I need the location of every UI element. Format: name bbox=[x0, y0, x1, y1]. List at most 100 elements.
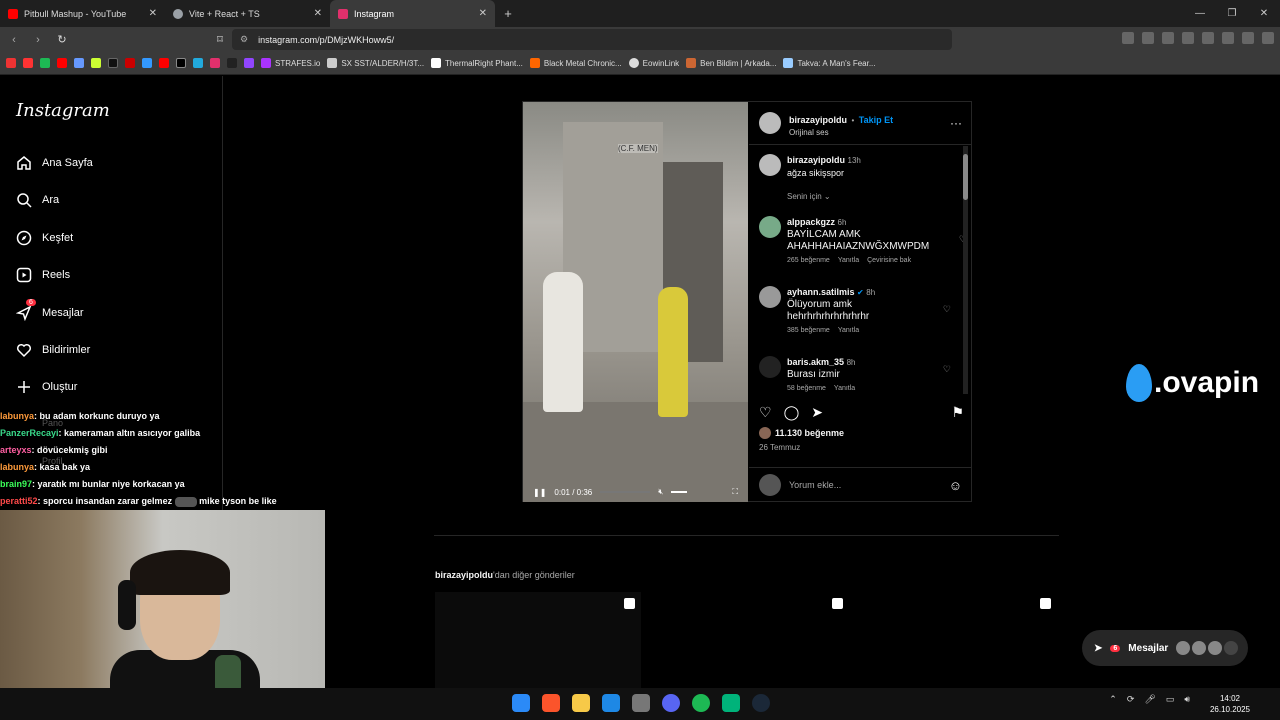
messages-pill[interactable]: ➤ 6 Mesajlar bbox=[1082, 630, 1248, 666]
more-posts-user[interactable]: birazayipoldu bbox=[435, 570, 493, 580]
extension-icon[interactable] bbox=[1182, 32, 1194, 44]
x-icon[interactable] bbox=[176, 58, 186, 68]
bookmark-item[interactable]: SX SST/ALDER/H/3T... bbox=[327, 58, 424, 68]
file-explorer-icon[interactable] bbox=[572, 694, 590, 712]
avatar[interactable] bbox=[759, 286, 781, 308]
extension-icon[interactable] bbox=[1122, 32, 1134, 44]
follow-button[interactable]: Takip Et bbox=[859, 115, 893, 125]
twitch-icon[interactable] bbox=[244, 58, 254, 68]
sidebar-item-notifications[interactable]: Bildirimler bbox=[16, 342, 90, 358]
bookmark-favicon-icon[interactable] bbox=[57, 58, 67, 68]
reply-button[interactable]: Yanıtla bbox=[838, 327, 859, 334]
tab-vite[interactable]: Vite + React + TS ✕ bbox=[165, 0, 330, 27]
bookmark-item[interactable]: Ben Bildim | Arkada... bbox=[686, 58, 776, 68]
brave-icon[interactable] bbox=[542, 694, 560, 712]
back-icon[interactable]: ‹ bbox=[4, 34, 24, 46]
comment-likes[interactable]: 265 beğenme bbox=[787, 257, 830, 264]
extension-icon[interactable] bbox=[1142, 32, 1154, 44]
avatar[interactable] bbox=[759, 216, 781, 238]
sidebar-item-messages[interactable]: 6 Mesajlar bbox=[16, 299, 84, 321]
comment-user[interactable]: ayhann.satilmis bbox=[787, 287, 855, 297]
post-thumbnail[interactable] bbox=[643, 592, 849, 692]
sidebar-item-create[interactable]: Oluştur bbox=[16, 379, 77, 395]
microphone-icon[interactable]: 🎤︎ bbox=[1144, 694, 1155, 705]
url-input[interactable]: ⚙ instagram.com/p/DMjzWKHoww5/ bbox=[232, 29, 952, 50]
bookmark-favicon-icon[interactable] bbox=[125, 58, 135, 68]
comment-likes[interactable]: 385 beğenme bbox=[787, 327, 830, 334]
extension-icon[interactable] bbox=[1202, 32, 1214, 44]
mute-icon[interactable]: 🔇︎ bbox=[658, 487, 663, 497]
extension-icon[interactable] bbox=[1222, 32, 1234, 44]
reload-icon[interactable]: ↻ bbox=[52, 33, 72, 46]
close-icon[interactable]: ✕ bbox=[149, 8, 157, 19]
translate-button[interactable]: Çevirisine bak bbox=[867, 257, 911, 264]
bookmark-item[interactable]: ThermalRight Phant... bbox=[431, 58, 523, 68]
like-count[interactable]: 11.130 beğenme bbox=[759, 427, 844, 439]
bookmark-favicon-icon[interactable] bbox=[74, 58, 84, 68]
like-icon[interactable]: ♡ bbox=[759, 404, 772, 421]
app-icon[interactable] bbox=[722, 694, 740, 712]
system-clock[interactable]: 14:02 26.10.2025 bbox=[1210, 693, 1250, 715]
discord-icon[interactable] bbox=[662, 694, 680, 712]
close-icon[interactable]: ✕ bbox=[479, 8, 487, 19]
bookmark-favicon-icon[interactable] bbox=[6, 58, 16, 68]
video-progress-bar[interactable] bbox=[600, 491, 651, 493]
comment-user[interactable]: baris.akm_35 bbox=[787, 357, 844, 367]
chevron-up-icon[interactable]: ⌃ bbox=[1109, 694, 1117, 705]
fullscreen-icon[interactable]: ⛶ bbox=[732, 487, 738, 497]
sidebar-item-search[interactable]: Ara bbox=[16, 192, 59, 208]
like-comment-icon[interactable]: ♡ bbox=[943, 364, 951, 375]
bookmark-favicon-icon[interactable] bbox=[193, 58, 203, 68]
bookmark-favicon-icon[interactable] bbox=[227, 58, 237, 68]
tiktok-icon[interactable] bbox=[108, 58, 118, 68]
video-player[interactable]: (C.F. MEN) ❚❚ 0:01 / 0:36 🔇︎ ⛶ bbox=[523, 102, 748, 502]
sidebar-item-reels[interactable]: Reels bbox=[16, 267, 70, 283]
settings-icon[interactable] bbox=[632, 694, 650, 712]
comment-scrollbar-thumb[interactable] bbox=[963, 154, 968, 200]
bookmark-favicon-icon[interactable] bbox=[91, 58, 101, 68]
post-author[interactable]: birazayipoldu bbox=[789, 115, 847, 125]
post-thumbnail[interactable] bbox=[435, 592, 641, 692]
menu-icon[interactable] bbox=[1262, 32, 1274, 44]
tab-instagram[interactable]: Instagram ✕ bbox=[330, 0, 495, 27]
bookmark-item[interactable]: Takva: A Man's Fear... bbox=[783, 58, 876, 68]
audio-label[interactable]: Orijinal ses bbox=[789, 128, 893, 137]
instagram-icon[interactable] bbox=[210, 58, 220, 68]
avatar[interactable] bbox=[759, 154, 781, 176]
restore-icon[interactable]: ❐ bbox=[1216, 8, 1248, 19]
pause-icon[interactable]: ❚❚ bbox=[533, 488, 546, 497]
bookmark-favicon-icon[interactable] bbox=[159, 58, 169, 68]
comment-user[interactable]: birazayipoldu bbox=[787, 155, 845, 165]
bookmark-favicon-icon[interactable] bbox=[40, 58, 50, 68]
volume-slider[interactable] bbox=[671, 491, 688, 493]
avatar[interactable] bbox=[759, 112, 781, 134]
forward-icon[interactable]: › bbox=[28, 34, 48, 46]
emoji-icon[interactable]: ☺ bbox=[949, 478, 962, 493]
reply-button[interactable]: Yanıtla bbox=[838, 257, 859, 264]
steam-icon[interactable] bbox=[752, 694, 770, 712]
share-icon[interactable]: ➤ bbox=[811, 404, 823, 421]
spotify-icon[interactable] bbox=[692, 694, 710, 712]
comment-icon[interactable]: ◯ bbox=[784, 404, 800, 421]
comment-user[interactable]: alppackgzz bbox=[787, 217, 835, 227]
more-options-icon[interactable]: ··· bbox=[950, 116, 962, 130]
bookmark-item[interactable]: STRAFES.io bbox=[261, 58, 320, 68]
add-comment-input[interactable]: Yorum ekle... bbox=[789, 480, 841, 490]
bookmark-icon[interactable]: ⌑ bbox=[210, 33, 230, 46]
bookmark-item[interactable]: EowinLink bbox=[628, 58, 679, 68]
close-icon[interactable]: ✕ bbox=[314, 8, 322, 19]
comment-sort-dropdown[interactable]: Senin için ⌄ bbox=[787, 192, 831, 201]
bookmark-item[interactable]: Black Metal Chronic... bbox=[529, 58, 622, 68]
save-icon[interactable]: ⚑ bbox=[951, 404, 964, 421]
avatar[interactable] bbox=[759, 356, 781, 378]
bookmark-favicon-icon[interactable] bbox=[142, 58, 152, 68]
new-tab-icon[interactable]: + bbox=[495, 6, 521, 21]
reply-button[interactable]: Yanıtla bbox=[834, 385, 855, 392]
sidebar-item-home[interactable]: Ana Sayfa bbox=[16, 155, 93, 171]
minimize-icon[interactable]: — bbox=[1184, 8, 1216, 19]
network-icon[interactable]: ▭ bbox=[1166, 694, 1175, 705]
tab-youtube[interactable]: Pitbull Mashup - YouTube ✕ bbox=[0, 0, 165, 27]
post-thumbnail[interactable] bbox=[851, 592, 1057, 692]
sidebar-item-explore[interactable]: Keşfet bbox=[16, 230, 73, 246]
extension-icon[interactable] bbox=[1162, 32, 1174, 44]
